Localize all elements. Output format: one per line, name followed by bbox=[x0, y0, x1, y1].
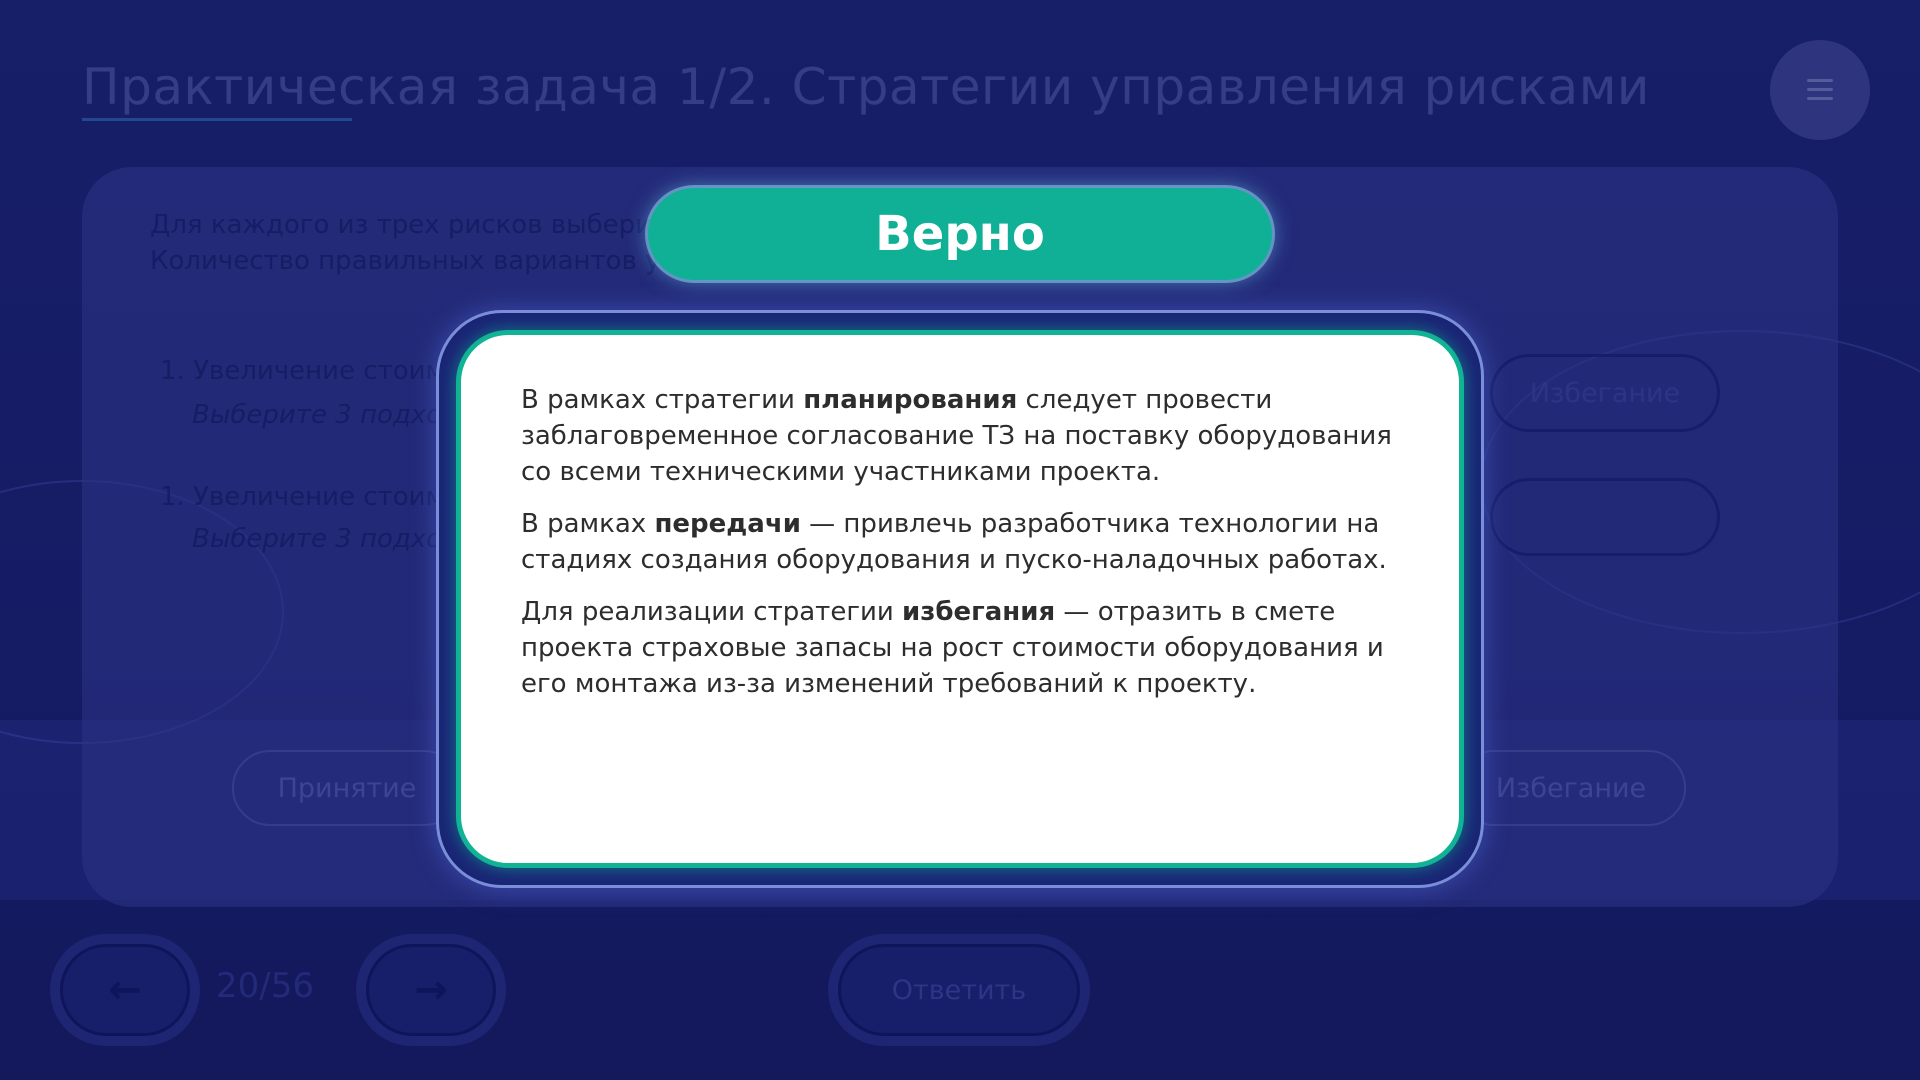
feedback-keyword: избегания bbox=[902, 597, 1056, 627]
feedback-keyword: передачи bbox=[654, 509, 801, 539]
feedback-paragraph: В рамках стратегии планирования следует … bbox=[521, 382, 1401, 490]
feedback-text-segment: В рамках стратегии bbox=[521, 385, 804, 415]
screen: Практическая задача 1/2. Стратегии управ… bbox=[0, 0, 1920, 1080]
feedback-text: В рамках стратегии планирования следует … bbox=[521, 382, 1401, 718]
feedback-keyword: планирования bbox=[803, 385, 1018, 415]
feedback-paragraph: В рамках передачи — привлечь разработчик… bbox=[521, 506, 1401, 578]
verdict-badge: Верно bbox=[648, 188, 1272, 280]
feedback-text-segment: Для реализации стратегии bbox=[521, 597, 903, 627]
feedback-paragraph: Для реализации стратегии избегания — отр… bbox=[521, 594, 1401, 702]
feedback-text-segment: В рамках bbox=[521, 509, 655, 539]
